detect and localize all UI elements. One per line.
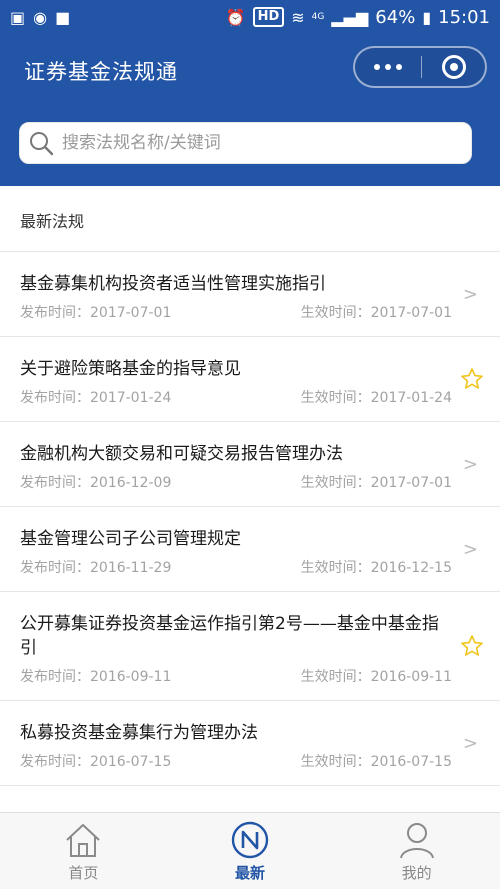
mini-program-capsule [353,46,487,88]
effective-time: 生效时间：2016-09-11 [301,666,452,686]
law-list-item[interactable]: 关于避险策略基金的指导意见 发布时间：2017-01-24 生效时间：2017-… [0,337,500,422]
page-title: 证券基金法规通 [24,60,178,84]
chevron-right-icon: > [462,733,478,754]
law-meta: 发布时间：2016-09-11 生效时间：2016-09-11 [20,666,452,686]
effective-label: 生效时间： [300,669,371,685]
target-close-icon [441,55,466,79]
law-meta: 发布时间：2016-12-09 生效时间：2017-07-01 [20,472,452,492]
effective-label: 生效时间： [300,754,371,770]
wifi-icon: ≋ [291,7,305,27]
law-list-item[interactable]: 公开募集证券投资基金运作指引第2号——基金中基金指引 发布时间：2016-09-… [0,592,500,701]
law-list[interactable]: 基金募集机构投资者适当性管理实施指引 发布时间：2017-07-01 生效时间：… [0,252,500,812]
chat-notification-icon: ■ [55,7,71,27]
publish-time: 发布时间：2016-07-15 [20,751,171,771]
law-title: 基金募集机构投资者适当性管理实施指引 [20,274,326,294]
effective-label: 生效时间： [300,305,371,321]
publish-time: 发布时间：2017-07-01 [20,302,171,322]
chevron-right-icon: > [462,454,478,475]
effective-date: 2017-01-24 [370,390,452,406]
tab-home-label: 首页 [68,863,99,882]
search-input[interactable] [62,133,442,153]
law-meta: 发布时间：2017-01-24 生效时间：2017-01-24 [20,387,452,407]
new-icon [231,821,269,858]
clock: 15:01 [438,6,490,28]
publish-label: 发布时间： [20,560,90,576]
publish-date: 2017-01-24 [90,390,172,406]
search-bar[interactable] [19,122,472,164]
bottom-tab-bar: 首页 最新 我的 [0,812,500,889]
publish-time: 发布时间：2016-09-11 [20,666,171,686]
effective-time: 生效时间：2017-01-24 [301,387,452,407]
law-meta: 发布时间：2016-11-29 生效时间：2016-12-15 [20,557,452,577]
publish-label: 发布时间： [20,475,90,491]
law-meta: 发布时间：2016-07-15 生效时间：2016-07-15 [20,751,452,771]
law-list-item[interactable]: 私募投资基金募集行为管理办法 发布时间：2016-07-15 生效时间：2016… [0,701,500,786]
chevron-right-icon: > [462,284,478,305]
effective-date: 2016-12-15 [370,560,452,576]
more-dots-icon [396,64,402,70]
effective-time: 生效时间：2016-07-15 [301,751,452,771]
effective-time: 生效时间：2017-07-01 [301,302,452,322]
effective-label: 生效时间： [300,390,371,406]
more-dots-icon [385,64,391,70]
network-type: 4G [311,12,325,22]
tab-mine[interactable]: 我的 [333,813,500,889]
user-icon [399,822,434,858]
publish-label: 发布时间： [20,390,90,406]
publish-date: 2016-11-29 [90,560,172,576]
alarm-icon: ⏰ [225,7,246,27]
effective-time: 生效时间：2016-12-15 [301,557,452,577]
law-list-item[interactable]: 基金募集机构投资者适当性管理实施指引 发布时间：2017-07-01 生效时间：… [0,252,500,337]
effective-date: 2017-07-01 [370,475,452,491]
more-dots-icon [374,64,380,70]
hd-badge: HD [252,7,285,27]
tab-latest[interactable]: 最新 [167,813,334,889]
star-icon[interactable] [460,367,484,391]
law-title: 金融机构大额交易和可疑交易报告管理办法 [20,444,343,464]
law-title: 基金管理公司子公司管理规定 [20,529,241,549]
law-meta: 发布时间：2017-07-01 生效时间：2017-07-01 [20,302,452,322]
tab-home[interactable]: 首页 [0,813,167,889]
app-notification-icon: ◉ [33,7,48,27]
publish-time: 发布时间：2016-12-09 [20,472,171,492]
law-list-item[interactable]: 基金管理公司子公司管理规定 发布时间：2016-11-29 生效时间：2016-… [0,507,500,592]
battery-level: 64% [375,6,416,28]
publish-label: 发布时间： [20,754,90,770]
section-title: 最新法规 [0,186,500,252]
close-button[interactable] [422,55,485,79]
publish-date: 2016-09-11 [90,669,172,685]
law-title: 公开募集证券投资基金运作指引第2号——基金中基金指引 [20,614,439,658]
tab-latest-label: 最新 [235,863,266,882]
status-bar: ▣ ◉ ■ ⏰ HD ≋ 4G ▂▄▆ 64% ▮ 15:01 [0,0,500,34]
effective-label: 生效时间： [300,560,371,576]
publish-time: 发布时间：2017-01-24 [20,387,171,407]
publish-date: 2016-07-15 [90,754,172,770]
publish-time: 发布时间：2016-11-29 [20,557,171,577]
effective-date: 2017-07-01 [370,305,452,321]
search-icon [30,132,54,156]
law-title: 私募投资基金募集行为管理办法 [20,723,258,743]
tab-mine-label: 我的 [401,863,432,882]
effective-date: 2016-09-11 [370,669,452,685]
publish-date: 2017-07-01 [90,305,172,321]
law-title: 关于避险策略基金的指导意见 [20,359,241,379]
chevron-right-icon: > [462,539,478,560]
image-notification-icon: ▣ [10,7,26,27]
signal-icon: ▂▄▆ [331,7,369,27]
target-close-icon-dot [449,63,458,71]
battery-icon: ▮ [422,7,432,27]
publish-label: 发布时间： [20,305,90,321]
star-icon[interactable] [460,634,484,658]
home-icon [66,823,101,857]
publish-date: 2016-12-09 [90,475,172,491]
law-list-item[interactable]: 金融机构大额交易和可疑交易报告管理办法 发布时间：2016-12-09 生效时间… [0,422,500,507]
effective-date: 2016-07-15 [370,754,452,770]
app-header: 证券基金法规通 [0,34,500,186]
effective-label: 生效时间： [300,475,371,491]
publish-label: 发布时间： [20,669,90,685]
effective-time: 生效时间：2017-07-01 [301,472,452,492]
more-button[interactable] [355,64,421,70]
